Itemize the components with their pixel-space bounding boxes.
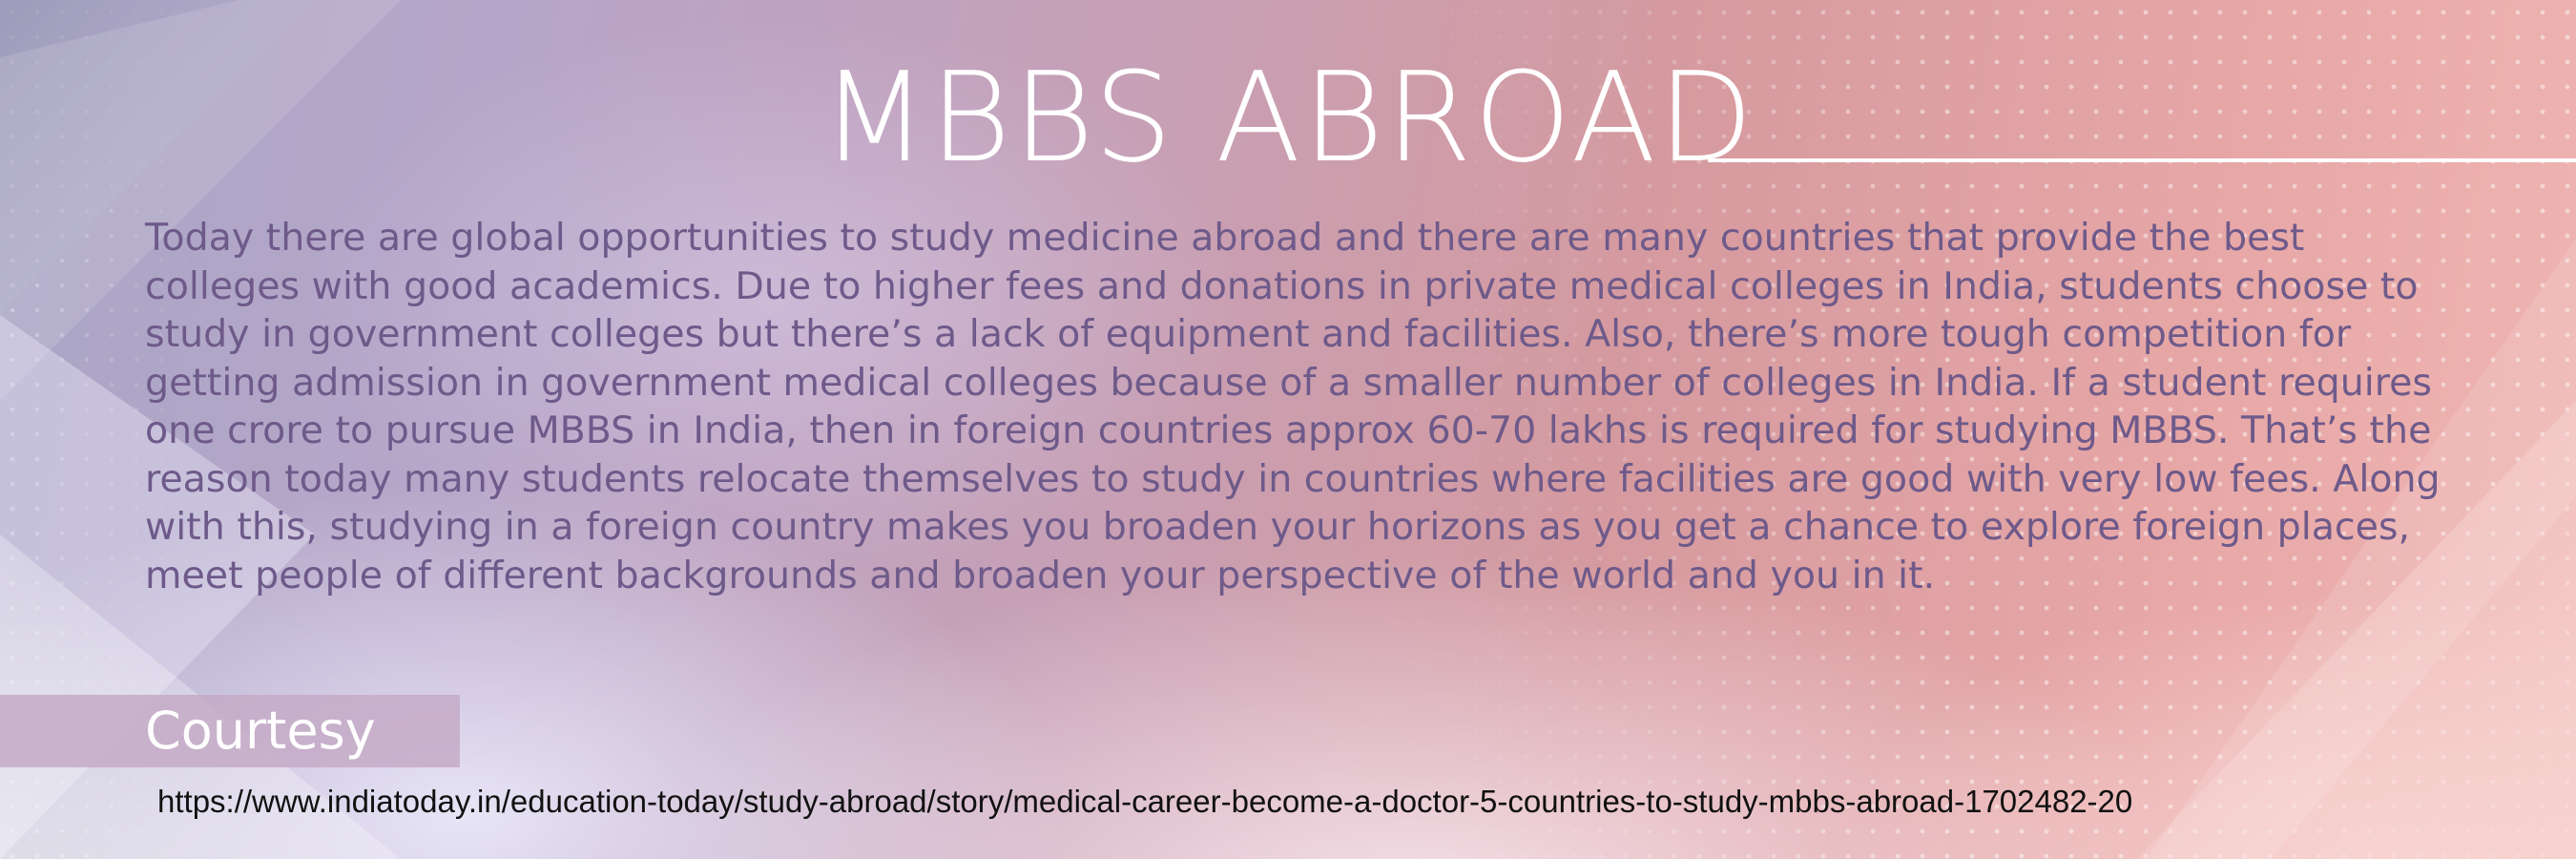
title-underline [1708, 158, 2576, 162]
source-link[interactable]: https://www.indiatoday.in/education-toda… [157, 781, 2132, 823]
slide-title: MBBS ABROAD [821, 45, 1755, 190]
body-paragraph: Today there are global opportunities to … [145, 216, 2441, 597]
courtesy-label: Courtesy [145, 701, 376, 761]
